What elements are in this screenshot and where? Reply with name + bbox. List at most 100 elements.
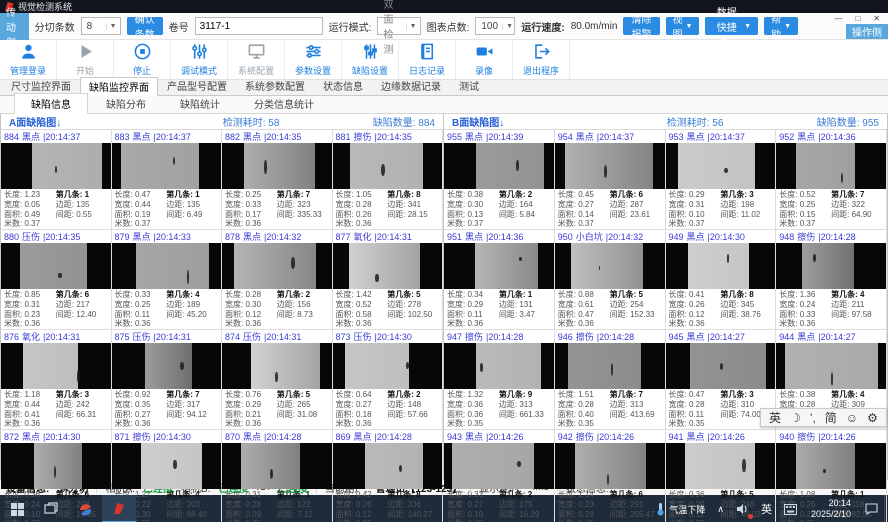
- defect-cell[interactable]: 955黑点|20:14:39长度: 0.38宽度: 0.30面积: 0.13米数…: [444, 130, 555, 230]
- defect-cell[interactable]: 882黑点|20:14:35长度: 0.25宽度: 0.33面积: 0.17米数…: [222, 130, 333, 230]
- sub-tab[interactable]: 分类信息统计: [238, 94, 330, 113]
- action-button-log[interactable]: 日志记录: [399, 40, 456, 79]
- defect-type: 氧化: [354, 230, 372, 243]
- defect-cell[interactable]: 877氧化|20:14:31长度: 1.42宽度: 0.52面积: 0.58米数…: [333, 230, 444, 330]
- taskbar-active-app-button[interactable]: [102, 495, 136, 522]
- defect-cell[interactable]: 883黑点|20:14:37长度: 0.47宽度: 0.44面积: 0.19米数…: [112, 130, 223, 230]
- defect-time: |20:14:37: [708, 132, 745, 142]
- stat-row-strip: 第几条: 1: [56, 190, 108, 200]
- defect-count: 缺陷数量: 955: [817, 114, 879, 129]
- defect-image: [112, 343, 222, 389]
- stat-row: 边距: 322: [831, 200, 883, 210]
- action-button-monitor[interactable]: 系统配置: [228, 40, 285, 79]
- action-button-tune[interactable]: 调试模式: [171, 40, 228, 79]
- defect-cell[interactable]: 869黑点|20:14:28长度: 0.42宽度: 0.26面积: 0.12米数…: [333, 430, 444, 522]
- slit-count-select[interactable]: 8 ▼: [81, 17, 121, 35]
- defect-image: [666, 143, 776, 189]
- stat-row: 边距: 287: [610, 200, 662, 210]
- action-button-play[interactable]: 开始: [57, 40, 114, 79]
- defect-image: [333, 443, 443, 489]
- main-tab[interactable]: 产品型号配置: [158, 76, 236, 95]
- stat-row: 宽度: 0.30: [225, 300, 277, 310]
- operator-side-button[interactable]: 操作侧: [846, 24, 888, 39]
- main-tab[interactable]: 状态信息: [314, 76, 372, 95]
- sub-tab[interactable]: 缺陷统计: [164, 94, 236, 113]
- stats-right-column: 第几条: 2边距: 148间距: 57.66: [387, 390, 439, 429]
- show-desktop-button[interactable]: [884, 495, 888, 522]
- main-tab[interactable]: 测试: [450, 76, 488, 95]
- minimize-button[interactable]: —: [834, 14, 842, 23]
- help-menu-button[interactable]: 帮助 ▼: [764, 17, 798, 35]
- ime-button[interactable]: [778, 495, 803, 522]
- stat-row-strip: 第几条: 3: [56, 390, 108, 400]
- defect-cell[interactable]: 884黑点|20:14:37长度: 1.23宽度: 0.05面积: 0.49米数…: [1, 130, 112, 230]
- defect-cell[interactable]: 953黑点|20:14:37长度: 0.29宽度: 0.31面积: 0.10米数…: [666, 130, 777, 230]
- defect-cell[interactable]: 879黑点|20:14:33长度: 0.33宽度: 0.25面积: 0.11米数…: [112, 230, 223, 330]
- defect-cell[interactable]: 943黑点|20:14:26长度: 0.33宽度: 0.27面积: 0.10米数…: [444, 430, 555, 522]
- defect-cell[interactable]: 950小白坑|20:14:32长度: 0.88宽度: 0.61面积: 0.47米…: [555, 230, 666, 330]
- confirm-count-button[interactable]: 确认条数: [127, 17, 163, 35]
- close-button[interactable]: ✕: [873, 14, 880, 23]
- defect-cell[interactable]: 946擦伤|20:14:28长度: 1.51宽度: 0.28面积: 0.40米数…: [555, 330, 666, 430]
- inspection-app-icon: [112, 502, 126, 516]
- stats-left-column: 长度: 1.05宽度: 0.28面积: 0.26米数: 0.36: [336, 190, 388, 229]
- roll-number-input[interactable]: [195, 17, 323, 35]
- clear-alarm-button[interactable]: 清除报警: [623, 17, 659, 35]
- ime-punct-icon[interactable]: ’,: [810, 411, 816, 425]
- tray-expand-button[interactable]: ∧: [711, 495, 730, 522]
- defect-cell[interactable]: 881擦伤|20:14:35长度: 1.05宽度: 0.28面积: 0.26米数…: [333, 130, 444, 230]
- taskbar-clock[interactable]: 20:14 2025/2/10: [803, 498, 859, 520]
- chart-points-select[interactable]: 100 ▼: [475, 17, 515, 35]
- data-access-menu-button[interactable]: 数据快捷访问 ▼: [705, 17, 758, 35]
- main-tab[interactable]: 系统参数配置: [236, 76, 314, 95]
- defect-cell[interactable]: 875压伤|20:14:31长度: 0.92宽度: 0.35面积: 0.27米数…: [112, 330, 223, 430]
- run-mode-select[interactable]: 双面检测 ▼: [377, 17, 420, 35]
- language-indicator[interactable]: 英: [755, 495, 778, 522]
- action-button-camera[interactable]: 录像: [456, 40, 513, 79]
- action-button-stop[interactable]: 停止: [114, 40, 171, 79]
- ime-simplified[interactable]: 简: [825, 409, 837, 426]
- defect-cell[interactable]: 870黑点|20:14:28长度: 0.31宽度: 0.28面积: 0.09米数…: [222, 430, 333, 522]
- stats-left-column: 长度: 0.47宽度: 0.28面积: 0.11米数: 0.35: [669, 390, 721, 429]
- speed-value: 80.0m/min: [571, 21, 618, 32]
- main-tab[interactable]: 边缘数据记录: [372, 76, 450, 95]
- defect-cell[interactable]: 954黑点|20:14:37长度: 0.45宽度: 0.27面积: 0.14米数…: [555, 130, 666, 230]
- action-button-params[interactable]: 参数设置: [285, 40, 342, 79]
- taskbar-app-button[interactable]: [68, 495, 102, 522]
- action-center-button[interactable]: [859, 495, 884, 522]
- defect-cell[interactable]: 951黑点|20:14:36长度: 0.34宽度: 0.29面积: 0.11米数…: [444, 230, 555, 330]
- sub-tab[interactable]: 缺陷信息: [14, 93, 88, 114]
- defect-cell[interactable]: 952黑点|20:14:36长度: 0.52宽度: 0.25面积: 0.15米数…: [776, 130, 887, 230]
- defect-cell[interactable]: 942擦伤|20:14:26长度: 1.14宽度: 0.23面积: 0.28米数…: [555, 430, 666, 522]
- defect-cell[interactable]: 876氧化|20:14:31长度: 1.18宽度: 0.44面积: 0.41米数…: [1, 330, 112, 430]
- sub-tab[interactable]: 缺陷分布: [90, 94, 162, 113]
- defect-stats: 长度: 1.32宽度: 0.36面积: 0.36米数: 0.35第几条: 9边距…: [444, 389, 554, 429]
- panel-title[interactable]: A面缺陷图↓: [9, 114, 223, 129]
- drive-side-button[interactable]: 传动侧: [0, 13, 29, 40]
- stat-row: 边距: 189: [166, 300, 218, 310]
- panel-title[interactable]: B面缺陷图↓: [452, 114, 667, 129]
- action-button-exit[interactable]: 退出程序: [513, 40, 570, 79]
- ime-lang-english[interactable]: 英: [769, 409, 781, 426]
- defect-cell[interactable]: 878黑点|20:14:32长度: 0.28宽度: 0.30面积: 0.12米数…: [222, 230, 333, 330]
- view-menu-button[interactable]: 视图 ▼: [666, 17, 700, 35]
- weather-widget[interactable]: 气温下降: [650, 495, 711, 522]
- maximize-button[interactable]: □: [855, 14, 860, 23]
- defect-image: [222, 243, 332, 289]
- defect-cell-header: 955黑点|20:14:39: [444, 130, 554, 143]
- defect-cell[interactable]: 947擦伤|20:14:28长度: 1.32宽度: 0.36面积: 0.36米数…: [444, 330, 555, 430]
- defect-cell[interactable]: 874压伤|20:14:31长度: 0.76宽度: 0.29面积: 0.21米数…: [222, 330, 333, 430]
- defect-cell[interactable]: 948擦伤|20:14:28长度: 1.36宽度: 0.24面积: 0.33米数…: [776, 230, 887, 330]
- ime-settings-gear-icon[interactable]: ⚙: [867, 411, 878, 425]
- stat-row: 面积: 0.36: [447, 410, 499, 420]
- defect-image: [444, 243, 554, 289]
- stat-row: 面积: 0.19: [115, 210, 167, 220]
- defect-cell[interactable]: 949黑点|20:14:30长度: 0.41宽度: 0.26面积: 0.12米数…: [666, 230, 777, 330]
- ime-moon-icon[interactable]: ☽: [790, 411, 801, 425]
- defect-cell[interactable]: 873压伤|20:14:30长度: 0.64宽度: 0.27面积: 0.18米数…: [333, 330, 444, 430]
- start-button[interactable]: [0, 495, 34, 522]
- ime-emoji-icon[interactable]: ☺: [846, 411, 858, 425]
- volume-button[interactable]: [730, 495, 755, 522]
- defect-cell[interactable]: 880压伤|20:14:35长度: 0.85宽度: 0.31面积: 0.23米数…: [1, 230, 112, 330]
- task-view-button[interactable]: [34, 495, 68, 522]
